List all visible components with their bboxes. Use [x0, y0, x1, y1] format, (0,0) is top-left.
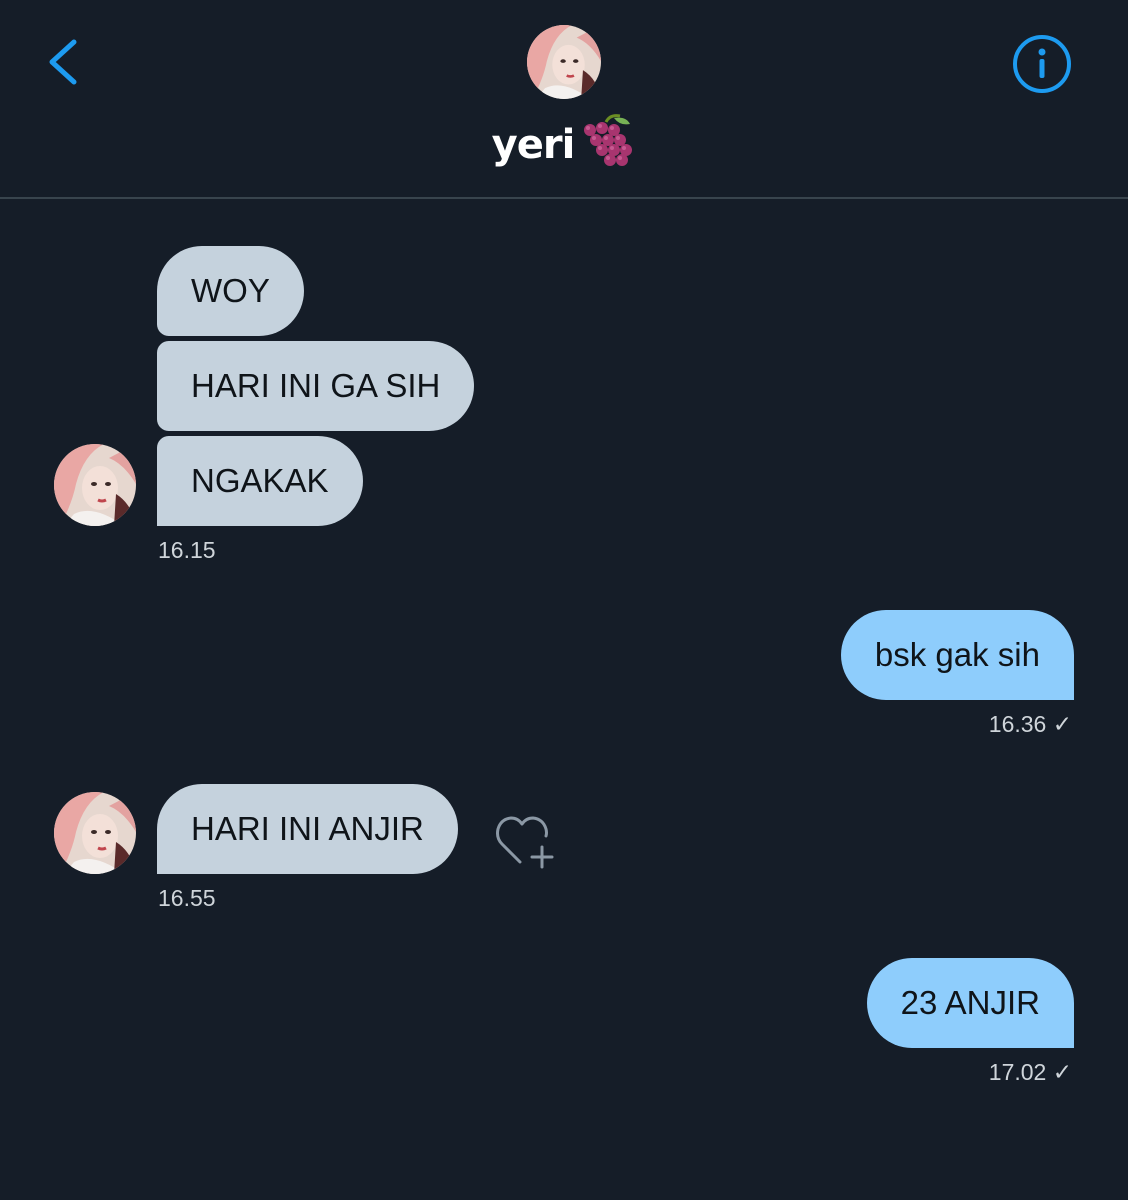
- back-button[interactable]: [40, 30, 100, 94]
- add-reaction-button[interactable]: [494, 812, 560, 870]
- contact-name: yeri: [491, 122, 576, 168]
- conversation-info-button[interactable]: [1010, 32, 1074, 96]
- avatar-photo: [54, 444, 136, 526]
- message-bubble[interactable]: HARI INI GA SIH: [157, 341, 475, 431]
- grapes-icon: [584, 114, 633, 166]
- message-bubble[interactable]: 23 ANJIR: [866, 958, 1074, 1048]
- contact-avatar[interactable]: [54, 792, 136, 874]
- message-timestamp: 17.02 ✓: [988, 1059, 1072, 1085]
- contact-avatar[interactable]: [54, 444, 136, 526]
- conversation-title: yeri: [0, 114, 1128, 172]
- avatar-photo: [527, 25, 601, 99]
- header-avatar[interactable]: [527, 25, 601, 99]
- message-timestamp: 16.55: [158, 885, 216, 911]
- message-timestamp: 16.15: [158, 537, 216, 563]
- conversation-header: yeri: [0, 0, 1128, 199]
- heart-plus-icon: [496, 816, 554, 869]
- info-icon: [1013, 35, 1071, 93]
- message-timestamp: 16.36 ✓: [988, 711, 1072, 737]
- avatar-photo: [54, 792, 136, 874]
- message-bubble[interactable]: HARI INI ANJIR: [157, 784, 458, 874]
- message-bubble[interactable]: bsk gak sih: [840, 610, 1074, 700]
- message-bubble[interactable]: NGAKAK: [157, 436, 363, 526]
- message-bubble[interactable]: WOY: [157, 246, 304, 336]
- chevron-left-icon: [49, 39, 77, 85]
